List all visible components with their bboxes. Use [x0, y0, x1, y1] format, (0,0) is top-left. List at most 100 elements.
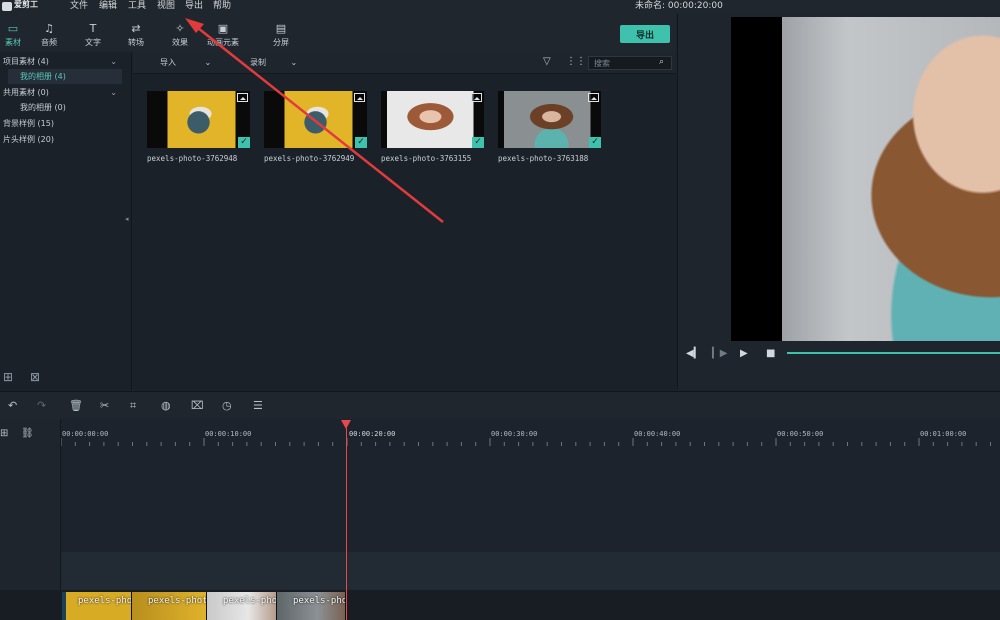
project-label: 未命名: [635, 1, 666, 11]
media-item-name: pexels-photo-3763188 [498, 154, 589, 163]
cut-icon[interactable]: ✂ [100, 399, 109, 412]
transition-icon: ⇄ [131, 22, 141, 35]
timecode-label: 00:00:10:00 [205, 430, 252, 438]
add-track-icon[interactable]: ⊞ [0, 428, 8, 439]
crop-icon[interactable]: ⌗ [130, 399, 136, 413]
media-thumbnail[interactable]: ✓ [381, 91, 484, 148]
image-type-icon [471, 93, 482, 102]
media-item-name: pexels-photo-3762948 [147, 154, 238, 163]
checkmark-icon: ✓ [589, 137, 601, 148]
logo-text: 爱剪工 [14, 0, 38, 9]
sidebar-item-background-samples[interactable]: 背景样例 (15) [0, 116, 131, 131]
redo-icon[interactable]: ↷ [37, 399, 46, 412]
sidebar-item-label: 项目素材 (4) [3, 57, 49, 66]
clock-icon[interactable]: ◷ [222, 399, 232, 412]
stop-icon[interactable]: ■ [766, 348, 775, 359]
adjust-icon[interactable]: ☰ [253, 399, 263, 412]
image-type-icon [354, 93, 365, 102]
menu-tools[interactable]: 工具 [128, 0, 146, 12]
sidebar-item-project-media[interactable]: 项目素材 (4) ⌄ [0, 54, 131, 69]
export-button[interactable]: 导出 [620, 25, 670, 43]
overlay-track[interactable] [61, 552, 1000, 590]
project-title: 未命名: 00:00:20:00 [635, 0, 723, 12]
tab-image[interactable]: ▣ 动画元素 [198, 22, 248, 48]
preview-progress-bar[interactable] [787, 352, 1000, 354]
menu-export[interactable]: 导出 [185, 0, 203, 12]
tab-label: 动画元素 [207, 38, 239, 47]
prev-frame-icon[interactable]: ◀▎ [686, 348, 701, 359]
tab-label: 转场 [128, 38, 144, 47]
color-icon[interactable]: ◍ [161, 399, 171, 412]
sidebar-item-label: 我的相册 (0) [20, 103, 66, 112]
sidebar-item-label: 我的相册 (4) [20, 72, 66, 81]
image-type-icon [237, 93, 248, 102]
app-logo: 爱剪工 [2, 0, 44, 13]
menu-help[interactable]: 帮助 [213, 0, 231, 12]
video-track[interactable] [61, 446, 1000, 552]
tab-music[interactable]: ♫ 音频 [24, 22, 74, 48]
timeline-clip[interactable]: pexels-photo-3762949 [132, 592, 207, 620]
import-label: 导入 [160, 58, 176, 67]
screen-icon[interactable]: ⌧ [191, 399, 204, 412]
image-icon: ▣ [217, 22, 229, 35]
timeline-toolbar [0, 391, 1000, 419]
checkmark-icon: ✓ [238, 137, 250, 148]
play-icon[interactable]: ▶ [740, 348, 748, 359]
timeline-ruler[interactable] [61, 438, 1000, 446]
media-thumbnail[interactable]: ✓ [264, 91, 367, 148]
record-label: 录制 [250, 58, 266, 67]
sidebar-item-my-album[interactable]: 我的相册 (4) [8, 69, 122, 84]
timeline-clip[interactable]: pexels-photo-3763155 [207, 592, 277, 620]
import-dropdown[interactable]: 导入 ⌄ [160, 57, 211, 68]
clip-name: pexels-photo-3762949 [148, 596, 206, 606]
timecode-label: 00:00:00:00 [62, 430, 109, 438]
filter-icon[interactable]: ▽ [543, 56, 551, 67]
timecode-label: 00:00:30:00 [491, 430, 538, 438]
tab-transition[interactable]: ⇄ 转场 [111, 22, 161, 48]
preview-frame-image [782, 17, 1000, 341]
timecode-label: 00:00:50:00 [777, 430, 824, 438]
split-screen-icon: ▤ [275, 22, 287, 35]
chevron-down-icon: ⌄ [290, 58, 298, 67]
timecode-label: 00:00:40:00 [634, 430, 681, 438]
tab-label: 分屏 [273, 38, 289, 47]
clip-name: pexels-photo-3762948 [78, 596, 132, 606]
project-duration: 00:00:20:00 [667, 1, 723, 11]
delete-folder-icon[interactable]: ⊠ [30, 370, 40, 384]
timecode-label: 00:01:00:00 [920, 430, 967, 438]
menu-edit[interactable]: 编辑 [99, 0, 117, 12]
media-item-name: pexels-photo-3763155 [381, 154, 472, 163]
chevron-down-icon[interactable]: ⌄ [110, 54, 117, 69]
tab-label: 音频 [41, 38, 57, 47]
clip-name: pexels-photo-3763155 [223, 596, 277, 606]
sidebar-item-shared-media[interactable]: 共用素材 (0) ⌄ [0, 85, 131, 100]
checkmark-icon: ✓ [355, 137, 367, 148]
sidebar-item-label: 背景样例 (15) [3, 119, 54, 128]
media-thumbnail[interactable]: ✓ [498, 91, 601, 148]
new-folder-icon[interactable]: ⊞ [3, 370, 13, 384]
sidebar-item-shared-album[interactable]: 我的相册 (0) [0, 100, 131, 115]
playhead-line[interactable] [346, 428, 347, 620]
menu-view[interactable]: 视图 [157, 0, 175, 12]
timeline-clip[interactable]: pexels-photo-3762948 [62, 592, 132, 620]
chevron-down-icon[interactable]: ⌄ [110, 85, 117, 100]
record-dropdown[interactable]: 录制 ⌄ [250, 57, 297, 68]
sidebar-item-intro-samples[interactable]: 片头样例 (20) [0, 132, 131, 147]
clip-name: pexels-photo-3763188 [293, 596, 346, 606]
undo-icon[interactable]: ↶ [8, 399, 17, 412]
media-thumbnail[interactable]: ✓ [147, 91, 250, 148]
delete-icon[interactable]: 🗑 [69, 399, 83, 412]
playhead-handle[interactable] [341, 420, 351, 429]
grid-view-icon[interactable]: ⋮⋮ [566, 56, 586, 67]
timeline-clip[interactable]: pexels-photo-3763188 [277, 592, 346, 620]
image-type-icon [588, 93, 599, 102]
search-icon[interactable]: ⌕ [659, 57, 664, 67]
menu-bar: 爱剪工 文件 编辑 工具 视图 导出 帮助 未命名: 00:00:20:00 [0, 0, 1000, 14]
checkmark-icon: ✓ [472, 137, 484, 148]
next-frame-icon[interactable]: ▎▶ [712, 348, 727, 359]
tab-split-screen[interactable]: ▤ 分屏 [256, 22, 306, 48]
chevron-down-icon: ⌄ [204, 58, 212, 67]
link-icon[interactable]: ⛓ [21, 428, 34, 439]
menu-file[interactable]: 文件 [70, 0, 88, 12]
collapse-sidebar-icon[interactable]: ◂ [125, 215, 129, 223]
